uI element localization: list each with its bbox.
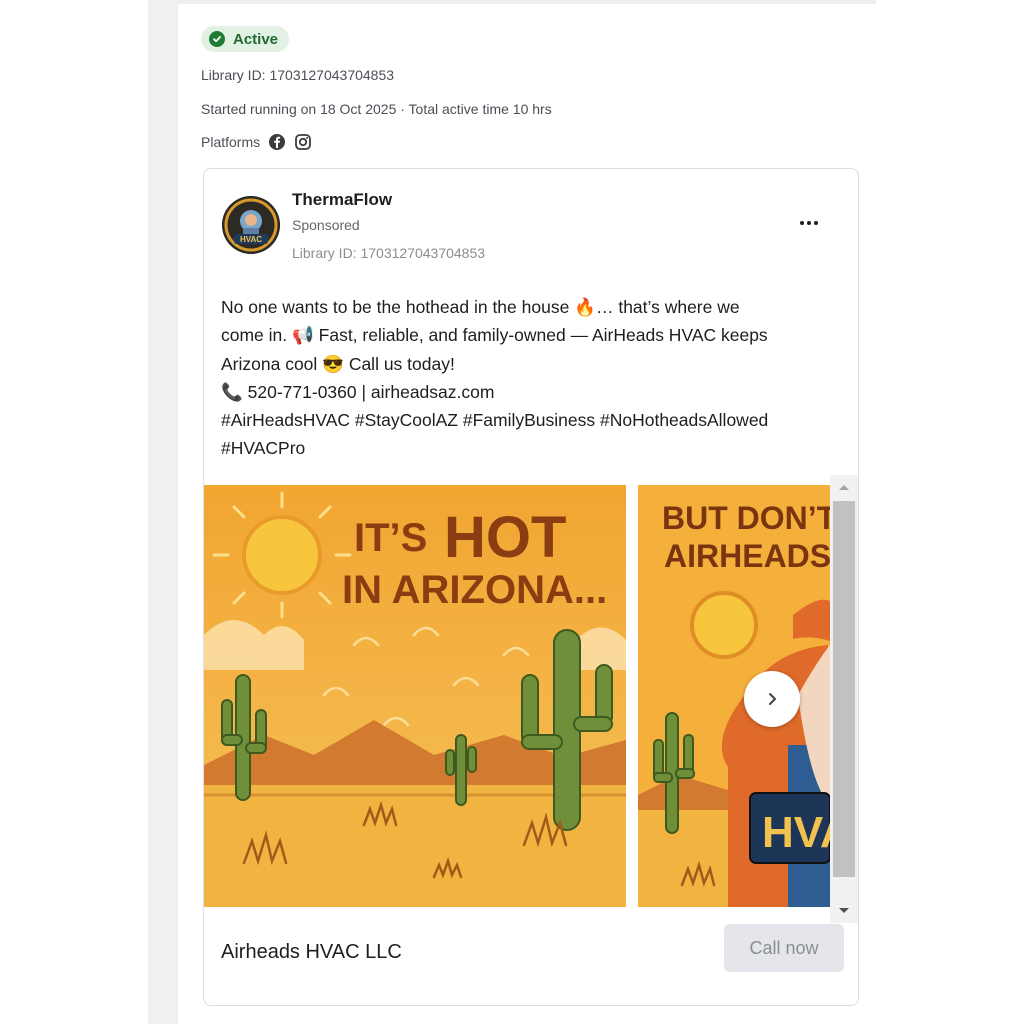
card-library-id: Library ID: 1703127043704853 xyxy=(292,245,486,261)
advertiser-name[interactable]: ThermaFlow xyxy=(292,190,392,210)
carousel-slide-1[interactable]: IT’S HOT IN ARIZONA... xyxy=(204,485,626,907)
scrollbar[interactable] xyxy=(830,475,858,923)
avatar-text: HVAC xyxy=(240,235,262,244)
slide2-sign-text: HVAC xyxy=(762,808,830,857)
sponsored-label: Sponsored xyxy=(292,217,360,233)
run-info: Started running on 18 Oct 2025 · Total a… xyxy=(201,101,552,117)
instagram-icon xyxy=(294,133,312,151)
ad-body-line: come in. 📢 Fast, reliable, and family-ow… xyxy=(221,325,768,346)
platforms-row: Platforms xyxy=(201,133,312,151)
slide1-headline-small: IT’S xyxy=(354,516,427,560)
ad-body-line: 📞 520-771-0360 | airheadsaz.com xyxy=(221,381,495,402)
advertiser-avatar[interactable]: HVAC xyxy=(222,196,280,254)
library-id: Library ID: 1703127043704853 xyxy=(201,67,395,83)
ad-body-line: Arizona cool 😎 Call us today! xyxy=(221,353,455,374)
ad-body-line: #HVACPro xyxy=(221,438,306,459)
ad-body-text: No one wants to be the hothead in the ho… xyxy=(221,293,851,463)
more-options-icon[interactable] xyxy=(800,217,822,229)
scroll-up-arrow-icon[interactable] xyxy=(830,477,858,497)
carousel-slide-2[interactable]: BUT DON’T AIRHEADS HVAC xyxy=(638,485,830,907)
scrollbar-thumb[interactable] xyxy=(833,501,855,877)
ad-body-line: No one wants to be the hothead in the ho… xyxy=(221,297,740,317)
slide1-headline-line2: IN ARIZONA... xyxy=(342,568,607,612)
left-gutter xyxy=(148,0,178,1024)
platforms-label: Platforms xyxy=(201,134,261,150)
footer-business-name: Airheads HVAC LLC xyxy=(221,941,402,963)
carousel-next-button[interactable] xyxy=(744,671,800,727)
ad-body-line: #AirHeadsHVAC #StayCoolAZ #FamilyBusines… xyxy=(221,410,769,431)
chevron-right-icon xyxy=(769,693,776,705)
call-now-button[interactable]: Call now xyxy=(724,924,844,972)
slide2-headline-line1: BUT DON’T xyxy=(662,500,830,536)
ad-card: HVAC ThermaFlow Sponsored Library ID: 17… xyxy=(203,168,859,1006)
facebook-icon xyxy=(268,133,286,151)
slide1-headline-big: HOT xyxy=(444,505,566,570)
status-label: Active xyxy=(233,30,279,48)
image-carousel[interactable]: IT’S HOT IN ARIZONA... BUT DON’T AIRHEAD… xyxy=(204,475,858,923)
status-badge: Active xyxy=(201,26,290,52)
slide2-headline-line2: AIRHEADS xyxy=(664,538,830,574)
scroll-down-arrow-icon[interactable] xyxy=(830,901,858,921)
check-circle-icon xyxy=(209,31,225,47)
